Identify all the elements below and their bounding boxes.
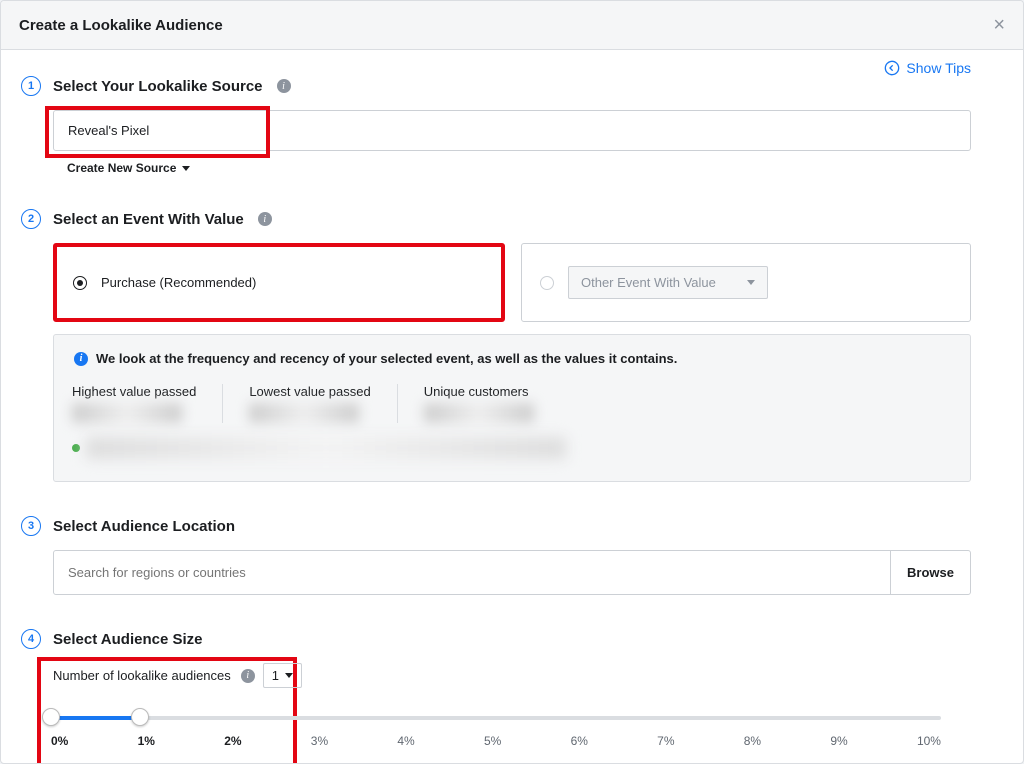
step-event: 2 Select an Event With Value i Purchase …: [53, 209, 971, 482]
slider-tick: 9%: [830, 734, 847, 748]
slider-fill: [51, 716, 140, 720]
step-size: 4 Select Audience Size Number of lookali…: [53, 629, 971, 748]
step-number: 1: [21, 76, 41, 96]
redacted-value: [424, 403, 534, 423]
step-head: 1 Select Your Lookalike Source i: [53, 76, 971, 96]
step-head: 4 Select Audience Size: [53, 629, 971, 649]
tips-row: Show Tips: [53, 60, 971, 76]
event-options-row: Purchase (Recommended) Other Event With …: [53, 243, 971, 322]
slider-tick: 7%: [657, 734, 674, 748]
slider-tick: 2%: [224, 734, 241, 748]
event-option-label: Purchase (Recommended): [101, 275, 256, 290]
event-info-panel: i We look at the frequency and recency o…: [53, 334, 971, 482]
redacted-value: [249, 403, 359, 423]
source-value: Reveal's Pixel: [68, 123, 149, 138]
modal-content: Show Tips 1 Select Your Lookalike Source…: [1, 50, 1023, 763]
stat-highest: Highest value passed: [72, 384, 223, 423]
slider-track: [51, 716, 941, 720]
num-audiences-value: 1: [272, 668, 279, 683]
radio-unselected-icon: [540, 276, 554, 290]
source-field-wrap: Reveal's Pixel: [53, 110, 971, 151]
event-info-line: i We look at the frequency and recency o…: [72, 351, 952, 366]
step-title: Select Audience Size: [53, 631, 203, 648]
event-info-text: We look at the frequency and recency of …: [96, 351, 677, 366]
step-title: Select an Event With Value: [53, 211, 244, 228]
browse-label: Browse: [907, 565, 954, 580]
step-title: Select Audience Location: [53, 518, 235, 535]
other-event-select[interactable]: Other Event With Value: [568, 266, 768, 299]
event-option-purchase[interactable]: Purchase (Recommended): [53, 243, 505, 322]
chevron-down-icon: [747, 280, 755, 285]
slider-handle-start[interactable]: [42, 708, 60, 726]
radio-selected-icon: [73, 276, 87, 290]
chevron-left-circle-icon: [884, 60, 900, 76]
stat-label: Lowest value passed: [249, 384, 370, 399]
other-event-placeholder: Other Event With Value: [581, 275, 716, 290]
stat-lowest: Lowest value passed: [223, 384, 397, 423]
slider-tick: 0%: [51, 734, 68, 748]
num-audiences-select[interactable]: 1: [263, 663, 302, 688]
location-field: Browse: [53, 550, 971, 595]
event-option-other[interactable]: Other Event With Value: [521, 243, 971, 322]
stat-label: Highest value passed: [72, 384, 196, 399]
modal-title: Create a Lookalike Audience: [19, 17, 223, 34]
step-number: 3: [21, 516, 41, 536]
slider-ticks: 0% 1% 2% 3% 4% 5% 6% 7% 8% 9% 10%: [51, 734, 941, 748]
info-icon[interactable]: i: [241, 669, 255, 683]
location-search-input[interactable]: [54, 551, 890, 594]
num-audiences-row: Number of lookalike audiences i 1: [53, 663, 971, 688]
step-head: 3 Select Audience Location: [53, 516, 971, 536]
source-input[interactable]: Reveal's Pixel: [53, 110, 971, 151]
slider-tick: 5%: [484, 734, 501, 748]
slider-tick: 8%: [744, 734, 761, 748]
create-new-label: Create New Source: [67, 161, 176, 175]
step-location: 3 Select Audience Location Browse: [53, 516, 971, 595]
stat-label: Unique customers: [424, 384, 534, 399]
show-tips-label: Show Tips: [906, 60, 971, 76]
audience-size-slider[interactable]: 0% 1% 2% 3% 4% 5% 6% 7% 8% 9% 10%: [51, 716, 941, 748]
slider-handle-end[interactable]: [131, 708, 149, 726]
slider-tick: 6%: [571, 734, 588, 748]
redacted-bar: [86, 437, 566, 459]
event-stats-row: Highest value passed Lowest value passed…: [72, 384, 952, 423]
redacted-value: [72, 403, 182, 423]
slider-tick: 10%: [917, 734, 941, 748]
slider-tick: 3%: [311, 734, 328, 748]
close-icon[interactable]: ×: [993, 15, 1005, 35]
browse-button[interactable]: Browse: [890, 551, 970, 594]
modal-titlebar: Create a Lookalike Audience ×: [1, 1, 1023, 50]
step-title: Select Your Lookalike Source: [53, 78, 263, 95]
stat-bar-row: [72, 437, 952, 459]
info-icon: i: [74, 352, 88, 366]
chevron-down-icon: [182, 166, 190, 171]
info-icon[interactable]: i: [277, 79, 291, 93]
info-icon[interactable]: i: [258, 212, 272, 226]
show-tips-link[interactable]: Show Tips: [884, 60, 971, 76]
step-source: 1 Select Your Lookalike Source i Reveal'…: [53, 76, 971, 175]
create-new-source-dropdown[interactable]: Create New Source: [67, 161, 190, 175]
chevron-down-icon: [285, 673, 293, 678]
status-dot-icon: [72, 444, 80, 452]
slider-tick: 4%: [397, 734, 414, 748]
step-number: 2: [21, 209, 41, 229]
lookalike-modal: Create a Lookalike Audience × Show Tips …: [0, 0, 1024, 764]
step-head: 2 Select an Event With Value i: [53, 209, 971, 229]
slider-tick: 1%: [138, 734, 155, 748]
step-number: 4: [21, 629, 41, 649]
stat-unique: Unique customers: [398, 384, 560, 423]
num-audiences-label: Number of lookalike audiences: [53, 668, 231, 683]
